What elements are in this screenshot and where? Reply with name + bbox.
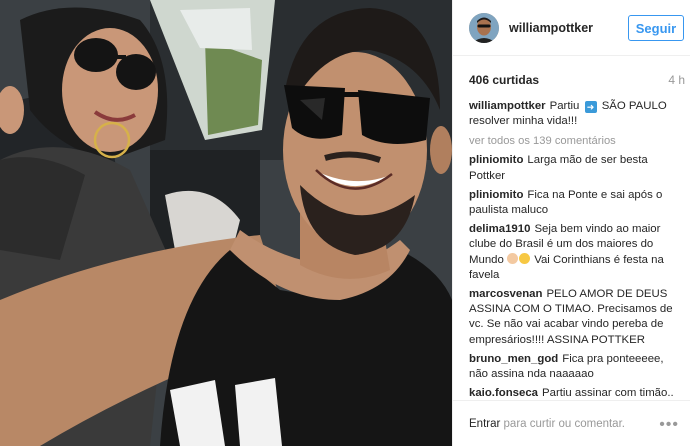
comment-username[interactable]: pliniomito bbox=[469, 154, 523, 166]
more-options-icon[interactable]: ••• bbox=[659, 416, 679, 434]
selfie-image bbox=[0, 0, 452, 446]
post-photo[interactable] bbox=[0, 0, 452, 446]
list-item: delima1910 Seja bem vindo ao maior clube … bbox=[469, 222, 683, 283]
list-item: kaio.fonsecaPartiu assinar com timão.. v… bbox=[469, 386, 683, 399]
login-prompt-text: para curtir ou comentar. bbox=[500, 418, 625, 430]
login-link[interactable]: Entrar bbox=[469, 418, 500, 430]
likes-count[interactable]: 406 curtidas bbox=[469, 73, 539, 87]
arrow-right-icon: ➜ bbox=[584, 101, 597, 113]
avatar[interactable] bbox=[469, 13, 499, 43]
post-caption: williampottker Partiu ➜ SÃO PAULO resolve… bbox=[469, 99, 683, 129]
list-item: pliniomito Larga mão de ser besta Pottker bbox=[469, 153, 683, 183]
list-item: pliniomito Fica na Ponte e sai após o pau… bbox=[469, 188, 683, 218]
view-all-comments-link[interactable]: ver todos os 139 comentários bbox=[469, 135, 683, 147]
caption-text-start: Partiu bbox=[549, 100, 580, 112]
list-item: bruno_men_god Fica pra ponteeeee, não ass… bbox=[469, 352, 683, 382]
clapping-hands-icon bbox=[507, 252, 519, 264]
comment-username[interactable]: delima1910 bbox=[469, 223, 530, 235]
post-sidebar: williampottker Seguir 406 curtidas 4 h w… bbox=[452, 0, 690, 446]
post-header: williampottker Seguir bbox=[453, 0, 690, 56]
comment-footer: Entrar para curtir ou comentar. ••• bbox=[453, 400, 690, 446]
follow-button[interactable]: Seguir bbox=[628, 15, 684, 41]
comment-username[interactable]: pliniomito bbox=[469, 189, 523, 201]
comment-username[interactable]: kaio.fonseca bbox=[469, 387, 538, 399]
post-timestamp[interactable]: 4 h bbox=[668, 73, 685, 87]
comment-username[interactable]: marcosvenan bbox=[469, 288, 542, 300]
avatar-image bbox=[469, 13, 499, 43]
login-prompt: Entrar para curtir ou comentar. bbox=[469, 418, 625, 430]
likes-row: 406 curtidas 4 h bbox=[469, 73, 685, 89]
smiling-face-icon bbox=[519, 252, 531, 264]
caption-username[interactable]: williampottker bbox=[469, 100, 546, 112]
comment-username[interactable]: bruno_men_god bbox=[469, 353, 558, 365]
post-author-username[interactable]: williampottker bbox=[509, 21, 593, 35]
comments-list: williampottker Partiu ➜ SÃO PAULO resolve… bbox=[469, 99, 683, 399]
list-item: marcosvenan PELO AMOR DE DEUS ASSINA COM … bbox=[469, 287, 683, 348]
